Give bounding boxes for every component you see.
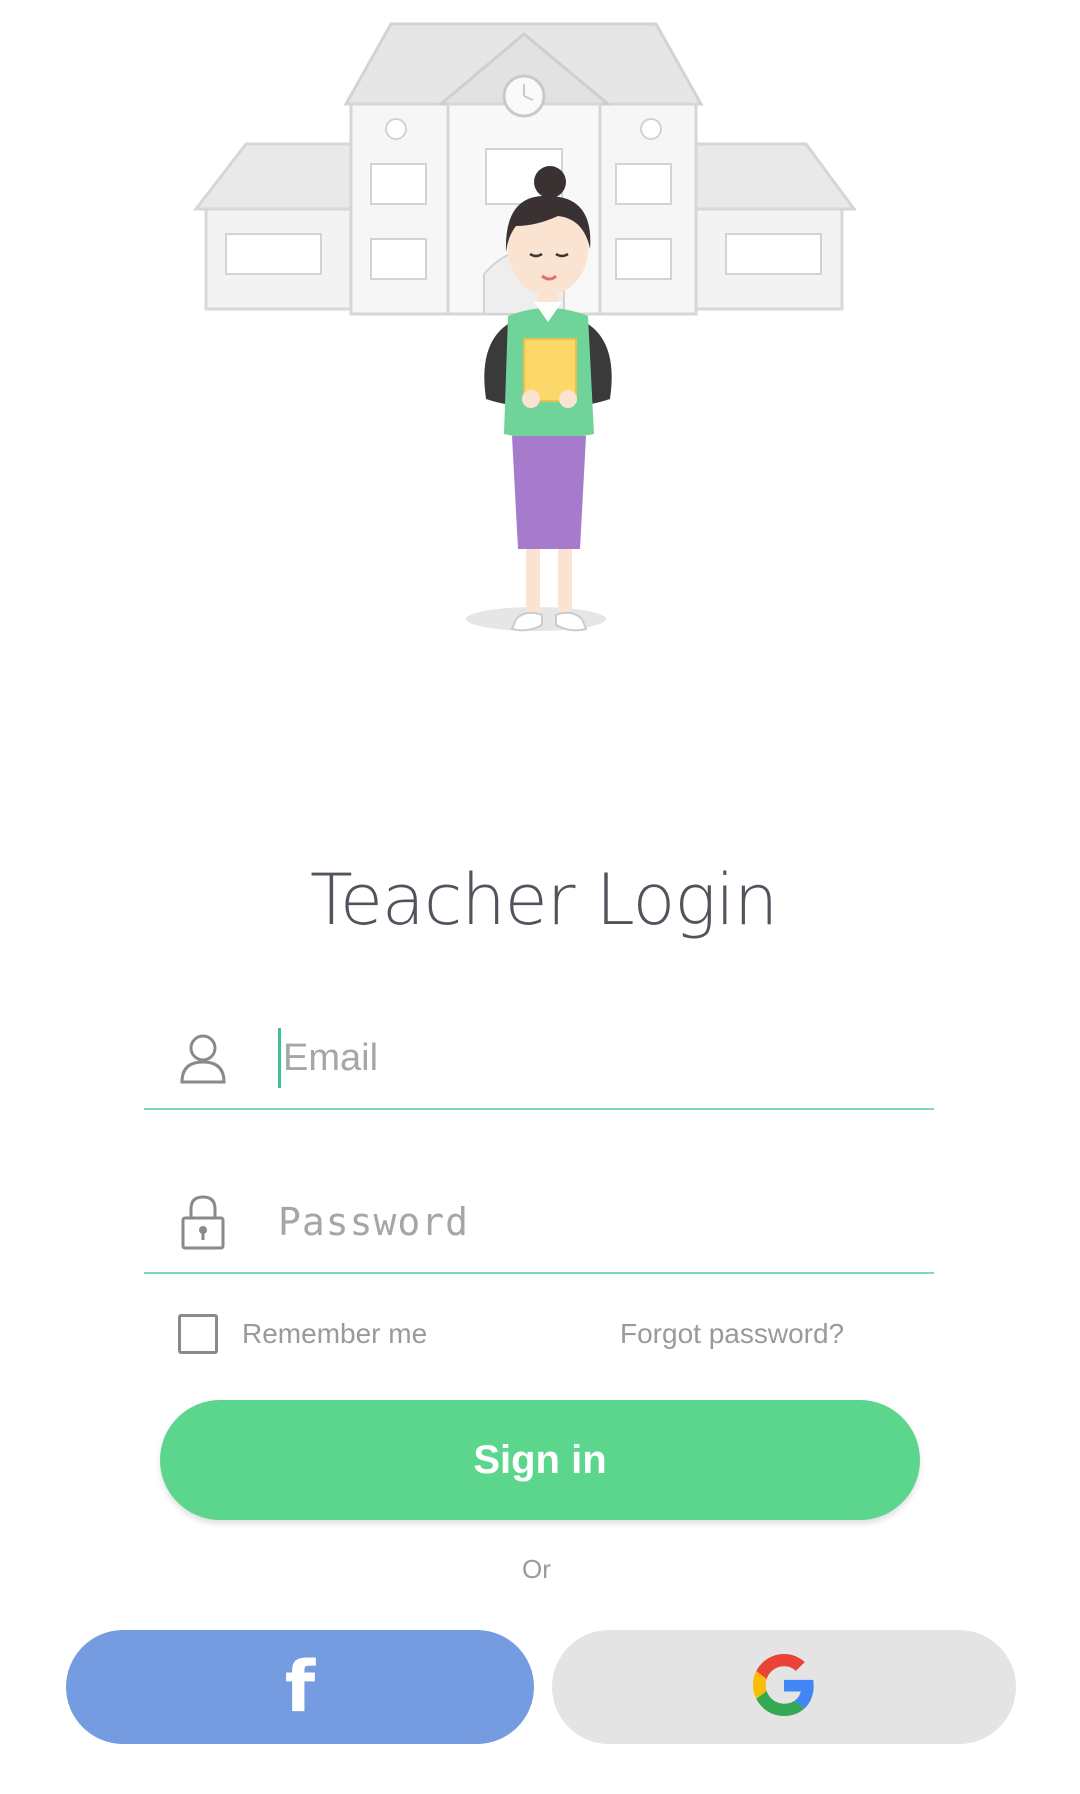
email-field[interactable]: [144, 1008, 934, 1110]
sign-in-button[interactable]: Sign in: [160, 1400, 920, 1520]
password-field[interactable]: [144, 1172, 934, 1274]
email-input[interactable]: [278, 1028, 934, 1088]
sign-in-label: Sign in: [473, 1437, 607, 1482]
forgot-password-link[interactable]: Forgot password?: [620, 1316, 844, 1352]
or-divider-label: Or: [522, 1554, 551, 1584]
google-login-button[interactable]: [552, 1630, 1016, 1744]
facebook-icon: f: [284, 1646, 316, 1728]
facebook-login-button[interactable]: f: [66, 1630, 534, 1744]
person-icon: [176, 1028, 230, 1088]
remember-me-label[interactable]: Remember me: [242, 1316, 427, 1352]
lock-icon: [176, 1192, 230, 1252]
password-input[interactable]: [278, 1192, 934, 1252]
teacher-illustration: [186, 4, 862, 654]
remember-me-checkbox[interactable]: [178, 1314, 218, 1354]
google-icon: [753, 1653, 815, 1721]
page-title: Teacher Login: [310, 859, 778, 941]
